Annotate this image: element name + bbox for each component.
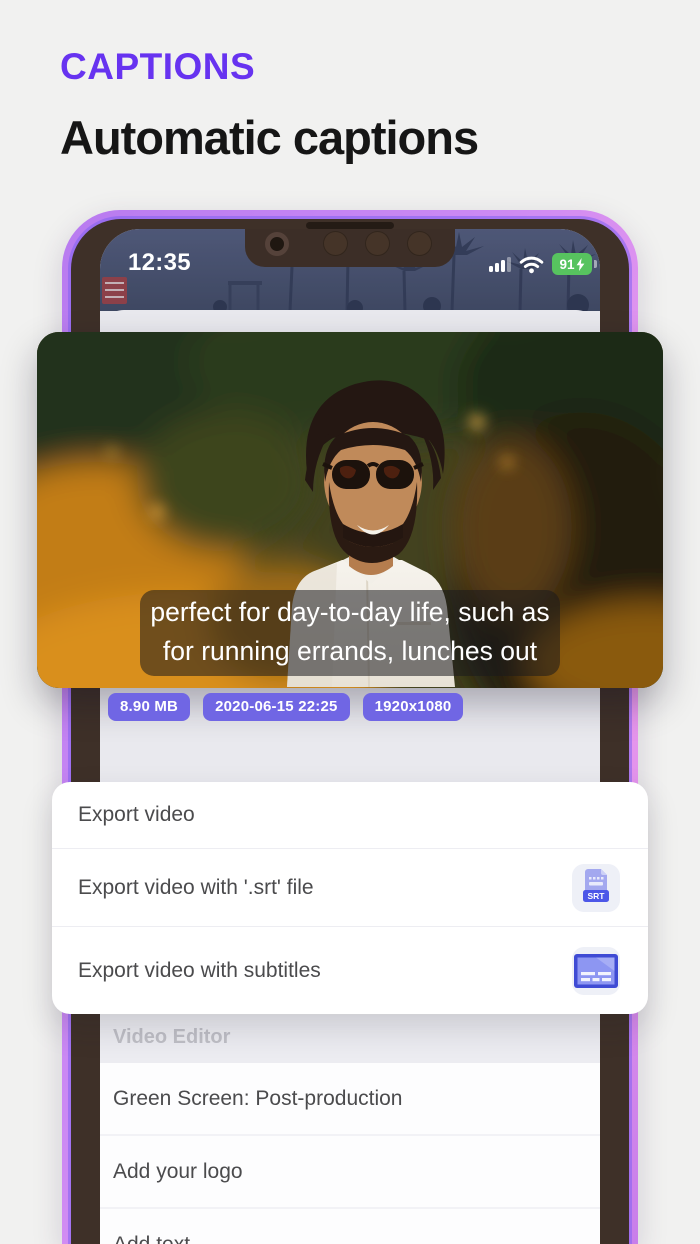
subtitle-line-1: perfect for day-to-day life, such as: [150, 597, 550, 627]
battery-percent: 91: [559, 256, 575, 272]
sensor-icon: [365, 231, 390, 256]
wifi-icon: [519, 256, 544, 273]
resolution-badge: 1920x1080: [362, 693, 464, 721]
battery-icon: 91: [552, 253, 597, 275]
sensor-icon: [323, 231, 348, 256]
list-item-add-logo[interactable]: Add your logo: [100, 1136, 600, 1209]
sensor-icon: [407, 231, 432, 256]
video-preview-card[interactable]: perfect for day-to-day life, such as for…: [37, 332, 663, 688]
list-item-add-text[interactable]: Add text: [100, 1209, 600, 1244]
video-meta-badges: 8.90 MB 2020-06-15 22:25 1920x1080: [108, 693, 464, 721]
export-menu: Export video Export video with '.srt' fi…: [52, 782, 648, 1014]
notch: [245, 229, 455, 267]
menu-item-export-srt[interactable]: Export video with '.srt' file SRT: [52, 848, 648, 926]
list-item-green-screen[interactable]: Green Screen: Post-production: [100, 1063, 600, 1136]
subtitle-overlay: perfect for day-to-day life, such as for…: [140, 590, 560, 676]
speaker-icon: [306, 222, 394, 229]
svg-text:SRT: SRT: [588, 891, 606, 901]
subtitles-icon: [572, 946, 620, 995]
subtitle-line-2: for running errands, lunches out: [162, 636, 538, 666]
camera-icon: [265, 232, 289, 256]
file-size-badge: 8.90 MB: [108, 693, 191, 721]
video-editor-list: Green Screen: Post-production Add your l…: [100, 1063, 600, 1244]
video-editor-section-header: Video Editor: [100, 1012, 600, 1063]
signal-icon: [489, 256, 511, 272]
video-editor-label: Video Editor: [113, 1026, 231, 1048]
screenshot-root: CAPTIONS Automatic captions Video Editor…: [0, 0, 700, 1244]
page-title: Automatic captions: [60, 111, 479, 164]
menu-item-export-video[interactable]: Export video: [52, 782, 648, 848]
charging-bolt-icon: [576, 257, 584, 271]
srt-file-icon: SRT: [572, 863, 620, 912]
date-badge: 2020-06-15 22:25: [203, 693, 350, 721]
clock: 12:35: [128, 249, 191, 276]
section-eyebrow: CAPTIONS: [60, 46, 256, 87]
menu-item-export-subtitles[interactable]: Export video with subtitles: [52, 926, 648, 1014]
